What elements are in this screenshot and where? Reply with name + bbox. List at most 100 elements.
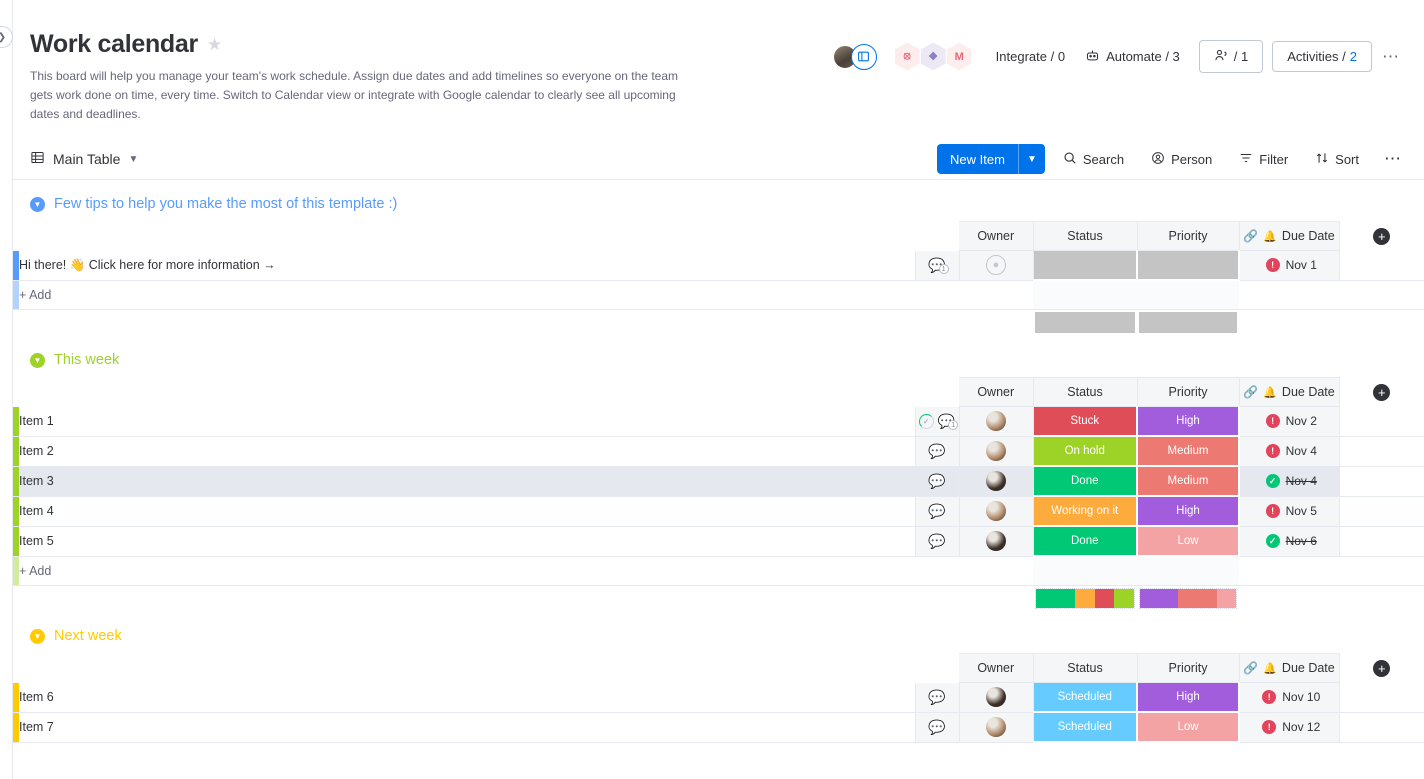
- add-column-icon[interactable]: +: [1373, 228, 1390, 245]
- gmail-integration-icon[interactable]: M: [947, 43, 972, 71]
- owner-cell[interactable]: [959, 407, 1033, 437]
- table-row[interactable]: Item 2 💬 On hold Medium !Nov 4: [13, 436, 1424, 466]
- priority-cell[interactable]: Medium: [1137, 466, 1239, 496]
- priority-summary-cell[interactable]: [1137, 309, 1239, 336]
- add-item-row[interactable]: + Add: [13, 280, 1424, 309]
- status-cell[interactable]: Done: [1033, 526, 1137, 556]
- invite-members-button[interactable]: / 1: [1199, 40, 1263, 73]
- monday-integration-icon[interactable]: ⦻: [895, 43, 920, 71]
- status-cell[interactable]: Working on it: [1033, 496, 1137, 526]
- table-row[interactable]: Item 4 💬 Working on it High !Nov 5: [13, 496, 1424, 526]
- column-header-status[interactable]: Status: [1033, 654, 1137, 683]
- priority-cell[interactable]: High: [1137, 496, 1239, 526]
- column-header-status[interactable]: Status: [1033, 222, 1137, 251]
- item-name-cell[interactable]: Item 6: [19, 683, 915, 713]
- collapse-group-icon[interactable]: ▼: [30, 353, 45, 368]
- due-date-cell[interactable]: !Nov 5: [1239, 496, 1339, 526]
- owner-cell[interactable]: [959, 436, 1033, 466]
- group-title[interactable]: Few tips to help you make the most of th…: [54, 196, 397, 212]
- priority-cell[interactable]: High: [1137, 683, 1239, 713]
- board-view-icon[interactable]: [851, 44, 877, 70]
- chevron-down-icon[interactable]: ▼: [128, 154, 138, 165]
- priority-summary-cell[interactable]: [1137, 585, 1239, 612]
- search-button[interactable]: Search: [1054, 146, 1133, 173]
- avatar[interactable]: [986, 717, 1006, 737]
- owner-cell[interactable]: ●: [959, 251, 1033, 281]
- add-item-button[interactable]: + Add: [19, 556, 915, 585]
- status-cell[interactable]: Scheduled: [1033, 683, 1137, 713]
- comment-icon[interactable]: 💬: [928, 690, 945, 704]
- comment-icon[interactable]: 💬: [928, 444, 945, 458]
- integrate-button[interactable]: Integrate / 0: [986, 43, 1075, 70]
- new-item-button[interactable]: New Item ▼: [937, 144, 1045, 174]
- owner-cell[interactable]: [959, 683, 1033, 713]
- avatar[interactable]: [986, 501, 1006, 521]
- progress-icon[interactable]: ✓: [919, 414, 934, 429]
- column-header-priority[interactable]: Priority: [1137, 654, 1239, 683]
- owner-empty-icon[interactable]: ●: [986, 255, 1006, 275]
- header-more-options-icon[interactable]: ⋯: [1372, 45, 1410, 69]
- comment-icon[interactable]: 💬1: [928, 258, 945, 272]
- avatar[interactable]: [986, 411, 1006, 431]
- owner-cell[interactable]: [959, 496, 1033, 526]
- column-header-priority[interactable]: Priority: [1137, 378, 1239, 407]
- owner-cell[interactable]: [959, 466, 1033, 496]
- column-header-owner[interactable]: Owner: [959, 222, 1033, 251]
- avatar[interactable]: [986, 687, 1006, 707]
- avatar[interactable]: [986, 471, 1006, 491]
- tab-main-table[interactable]: Main Table ▼: [30, 150, 138, 168]
- item-name-cell[interactable]: Item 4: [19, 496, 915, 526]
- add-item-button[interactable]: + Add: [19, 280, 915, 309]
- new-item-chevron-down-icon[interactable]: ▼: [1018, 144, 1045, 174]
- due-date-cell[interactable]: !Nov 12: [1239, 712, 1339, 742]
- item-name-cell[interactable]: Item 5: [19, 526, 915, 556]
- status-cell[interactable]: Done: [1033, 466, 1137, 496]
- puzzle-integration-icon[interactable]: ❖: [921, 43, 946, 71]
- toolbar-more-options-icon[interactable]: ⋯: [1376, 149, 1410, 169]
- comment-icon[interactable]: 💬: [928, 474, 945, 488]
- comment-icon[interactable]: 💬1: [938, 414, 955, 428]
- due-date-cell[interactable]: ✓Nov 4: [1239, 466, 1339, 496]
- avatar[interactable]: [986, 441, 1006, 461]
- column-header-owner[interactable]: Owner: [959, 378, 1033, 407]
- owner-cell[interactable]: [959, 526, 1033, 556]
- priority-cell[interactable]: [1137, 251, 1239, 281]
- item-name-cell[interactable]: Item 1: [19, 407, 915, 437]
- priority-cell[interactable]: Medium: [1137, 436, 1239, 466]
- column-header-due-date[interactable]: 🔗 🔔 Due Date: [1239, 654, 1339, 683]
- comment-icon[interactable]: 💬: [928, 534, 945, 548]
- column-header-priority[interactable]: Priority: [1137, 222, 1239, 251]
- due-date-cell[interactable]: ✓Nov 6: [1239, 526, 1339, 556]
- item-name-cell[interactable]: Item 2: [19, 436, 915, 466]
- due-date-cell[interactable]: !Nov 2: [1239, 407, 1339, 437]
- status-cell[interactable]: Scheduled: [1033, 712, 1137, 742]
- owner-cell[interactable]: [959, 712, 1033, 742]
- column-header-owner[interactable]: Owner: [959, 654, 1033, 683]
- collapse-group-icon[interactable]: ▼: [30, 629, 45, 644]
- star-icon[interactable]: ★: [207, 36, 222, 53]
- table-row[interactable]: Item 5 💬 Done Low ✓Nov 6: [13, 526, 1424, 556]
- avatar[interactable]: [986, 531, 1006, 551]
- collapse-group-icon[interactable]: ▼: [30, 197, 45, 212]
- comment-icon[interactable]: 💬: [928, 504, 945, 518]
- item-name-cell[interactable]: Hi there! 👋 Click here for more informat…: [19, 251, 915, 281]
- add-column-icon[interactable]: +: [1373, 660, 1390, 677]
- status-summary-cell[interactable]: [1033, 585, 1137, 612]
- status-cell[interactable]: On hold: [1033, 436, 1137, 466]
- due-date-cell[interactable]: !Nov 10: [1239, 683, 1339, 713]
- table-row[interactable]: Item 3 💬 Done Medium ✓Nov 4: [13, 466, 1424, 496]
- table-row[interactable]: Hi there! 👋 Click here for more informat…: [13, 251, 1424, 281]
- group-title[interactable]: Next week: [54, 628, 122, 644]
- comment-icon[interactable]: 💬: [928, 720, 945, 734]
- status-cell[interactable]: [1033, 251, 1137, 281]
- automate-button[interactable]: Automate / 3: [1075, 42, 1190, 72]
- group-title[interactable]: This week: [54, 352, 119, 368]
- item-name-cell[interactable]: Item 3: [19, 466, 915, 496]
- column-header-due-date[interactable]: 🔗 🔔 Due Date: [1239, 222, 1339, 251]
- filter-button[interactable]: Filter: [1230, 146, 1297, 173]
- priority-cell[interactable]: High: [1137, 407, 1239, 437]
- status-cell[interactable]: Stuck: [1033, 407, 1137, 437]
- status-summary-cell[interactable]: [1033, 309, 1137, 336]
- column-header-due-date[interactable]: 🔗 🔔 Due Date: [1239, 378, 1339, 407]
- column-header-status[interactable]: Status: [1033, 378, 1137, 407]
